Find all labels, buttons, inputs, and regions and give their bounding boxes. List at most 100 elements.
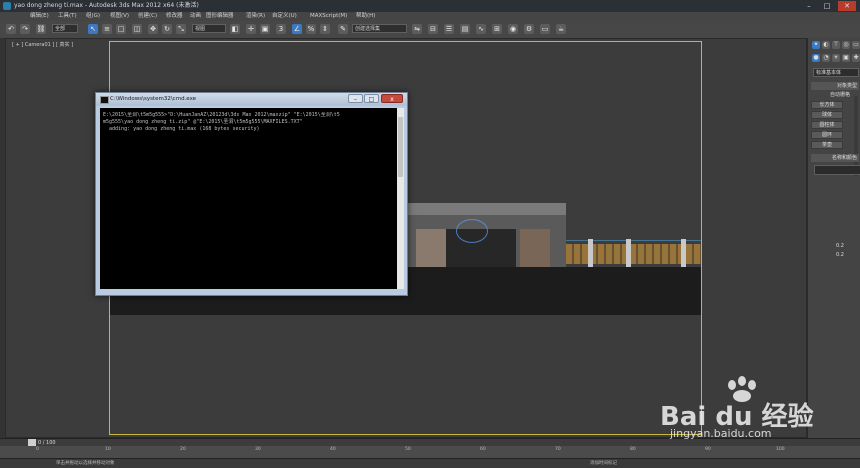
hierarchy-tab-icon[interactable]: ⊤ <box>832 41 840 49</box>
schematic-view-icon[interactable]: ⊞ <box>492 24 502 34</box>
tick-label: 90 <box>705 447 711 452</box>
pivot-icon[interactable]: ◧ <box>230 24 240 34</box>
tick-label: 40 <box>330 447 336 452</box>
autogrid-checkbox[interactable]: 自动栅格 <box>826 92 854 100</box>
rendered-frame-icon[interactable]: ▭ <box>540 24 550 34</box>
transform-gizmo[interactable] <box>456 219 488 243</box>
menu-customize[interactable]: 自定义(U) <box>272 12 297 21</box>
align-icon[interactable]: ⊟ <box>428 24 438 34</box>
fence-post <box>588 239 593 267</box>
tick-label: 0 <box>36 447 39 452</box>
baidu-watermark: Bai du 经验 jingyan.baidu.com <box>660 376 814 446</box>
curve-editor-icon[interactable]: ∿ <box>476 24 486 34</box>
3dsmax-app-icon[interactable] <box>3 2 11 10</box>
cmd-console[interactable]: E:\2015\圣洞\t5m5g555>"D:\HuanJanAZ\20123d… <box>100 108 397 289</box>
keyboard-shortcut-icon[interactable]: ▣ <box>260 24 270 34</box>
cmd-window[interactable]: C:\Windows\system32\cmd.exe – □ x E:\201… <box>95 92 408 296</box>
move-icon[interactable]: ✥ <box>148 24 158 34</box>
motion-tab-icon[interactable]: ◎ <box>842 41 850 49</box>
viewport-label[interactable]: [ + ] Camera01 ] [ 真实 ] <box>12 41 73 48</box>
building-roof <box>406 203 566 215</box>
link-icon[interactable]: ⛓ <box>36 24 46 34</box>
menu-rendering[interactable]: 渲染(R) <box>246 12 265 21</box>
selection-filter-select[interactable]: 全部 <box>52 24 78 33</box>
cmd-output-text: E:\2015\圣洞\t5m5g555>"D:\HuanJanAZ\20123d… <box>103 112 340 132</box>
add-time-tag[interactable]: 添加时间标记 <box>590 460 617 466</box>
rect-selection-icon[interactable]: □ <box>116 24 126 34</box>
tick-label: 100 <box>776 447 785 452</box>
object-category-select[interactable]: 标准基本体 <box>813 68 859 77</box>
tick-label: 20 <box>180 447 186 452</box>
render-setup-icon[interactable]: ⚙ <box>524 24 534 34</box>
redo-icon[interactable]: ↷ <box>20 24 30 34</box>
named-selection-select[interactable]: 创建选择集 <box>352 24 407 33</box>
window-crossing-icon[interactable]: ◫ <box>132 24 142 34</box>
shapes-icon[interactable]: ◔ <box>822 54 830 62</box>
create-tab-icon[interactable]: ✦ <box>812 41 820 49</box>
percent-snap-icon[interactable]: % <box>306 24 316 34</box>
layer-manager-icon[interactable]: ☰ <box>444 24 454 34</box>
tick-label: 10 <box>105 447 111 452</box>
menu-edit[interactable]: 编辑(E) <box>30 12 49 21</box>
reference-coord-select[interactable]: 视图 <box>192 24 226 33</box>
cmd-minimize-button[interactable]: – <box>348 94 363 103</box>
snap-toggle-icon[interactable]: 3 <box>276 24 286 34</box>
lights-icon[interactable]: ☀ <box>832 54 840 62</box>
maximize-button[interactable]: □ <box>818 1 836 11</box>
tick-label: 50 <box>405 447 411 452</box>
main-toolbar: ↶ ↷ ⛓ 全部 ↖ ≡ □ ◫ ✥ ↻ ⤡ 视图 ◧ ✛ ▣ 3 ∠ % ⇕ … <box>0 21 860 39</box>
edit-named-sel-icon[interactable]: ✎ <box>338 24 348 34</box>
mirror-icon[interactable]: ⇋ <box>412 24 422 34</box>
geometry-icon[interactable]: ● <box>812 54 820 62</box>
render-production-icon[interactable]: ☕ <box>556 24 566 34</box>
menu-create[interactable]: 创建(C) <box>138 12 157 21</box>
object-type-rollout[interactable]: 对象类型 <box>811 82 859 90</box>
select-by-name-icon[interactable]: ≡ <box>102 24 112 34</box>
material-editor-icon[interactable]: ◉ <box>508 24 518 34</box>
modify-tab-icon[interactable]: ◐ <box>822 41 830 49</box>
box-button[interactable]: 长方体 <box>811 101 843 109</box>
scale-icon[interactable]: ⤡ <box>176 24 186 34</box>
close-button[interactable]: ✕ <box>838 1 856 11</box>
select-object-icon[interactable]: ↖ <box>88 24 98 34</box>
cmd-maximize-button[interactable]: □ <box>364 94 379 103</box>
panel-scrollbar[interactable] <box>854 96 858 176</box>
cmd-title: C:\Windows\system32\cmd.exe <box>110 96 197 102</box>
panel-coordinates: 0.2 0.2 <box>836 242 860 260</box>
helpers-icon[interactable]: ✚ <box>852 54 860 62</box>
rotate-icon[interactable]: ↻ <box>162 24 172 34</box>
menu-group[interactable]: 组(G) <box>86 12 100 21</box>
select-manipulate-icon[interactable]: ✛ <box>246 24 256 34</box>
cameras-icon[interactable]: ▣ <box>842 54 850 62</box>
menu-views[interactable]: 视图(V) <box>110 12 129 21</box>
display-tab-icon[interactable]: ▭ <box>852 41 860 49</box>
spinner-snap-icon[interactable]: ⇕ <box>320 24 330 34</box>
track-bar[interactable]: 0 10 20 30 40 50 60 70 80 90 100 <box>0 446 860 458</box>
menu-tools[interactable]: 工具(T) <box>58 12 77 21</box>
cmd-scroll-thumb[interactable] <box>398 117 403 177</box>
cylinder-button[interactable]: 圆柱体 <box>811 121 843 129</box>
menu-animation[interactable]: 动画 <box>190 12 201 21</box>
menu-graph-editors[interactable]: 图形编辑器 <box>206 12 234 21</box>
undo-icon[interactable]: ↶ <box>6 24 16 34</box>
teapot-button[interactable]: 茶壶 <box>811 141 843 149</box>
minimize-button[interactable]: – <box>800 1 818 11</box>
menu-maxscript[interactable]: MAXScript(M) <box>310 12 347 21</box>
building-wall-left <box>416 229 446 267</box>
tick-label: 60 <box>480 447 486 452</box>
torus-button[interactable]: 圆环 <box>811 131 843 139</box>
fence-post <box>681 239 686 267</box>
tick-label: 30 <box>255 447 261 452</box>
menu-modifiers[interactable]: 修改器 <box>166 12 183 21</box>
name-color-rollout[interactable]: 名称和颜色 <box>811 154 859 162</box>
sphere-button[interactable]: 球体 <box>811 111 843 119</box>
cmd-scrollbar[interactable] <box>397 108 404 289</box>
angle-snap-icon[interactable]: ∠ <box>292 24 302 34</box>
object-name-input[interactable] <box>814 165 860 175</box>
graphite-ribbon-icon[interactable]: ▤ <box>460 24 470 34</box>
title-bar: yao dong zheng ti.max - Autodesk 3ds Max… <box>0 0 860 12</box>
cmd-close-button[interactable]: x <box>381 94 403 103</box>
menu-help[interactable]: 帮助(H) <box>356 12 375 21</box>
cmd-title-bar[interactable]: C:\Windows\system32\cmd.exe – □ x <box>96 93 407 106</box>
fence-post <box>626 239 631 267</box>
